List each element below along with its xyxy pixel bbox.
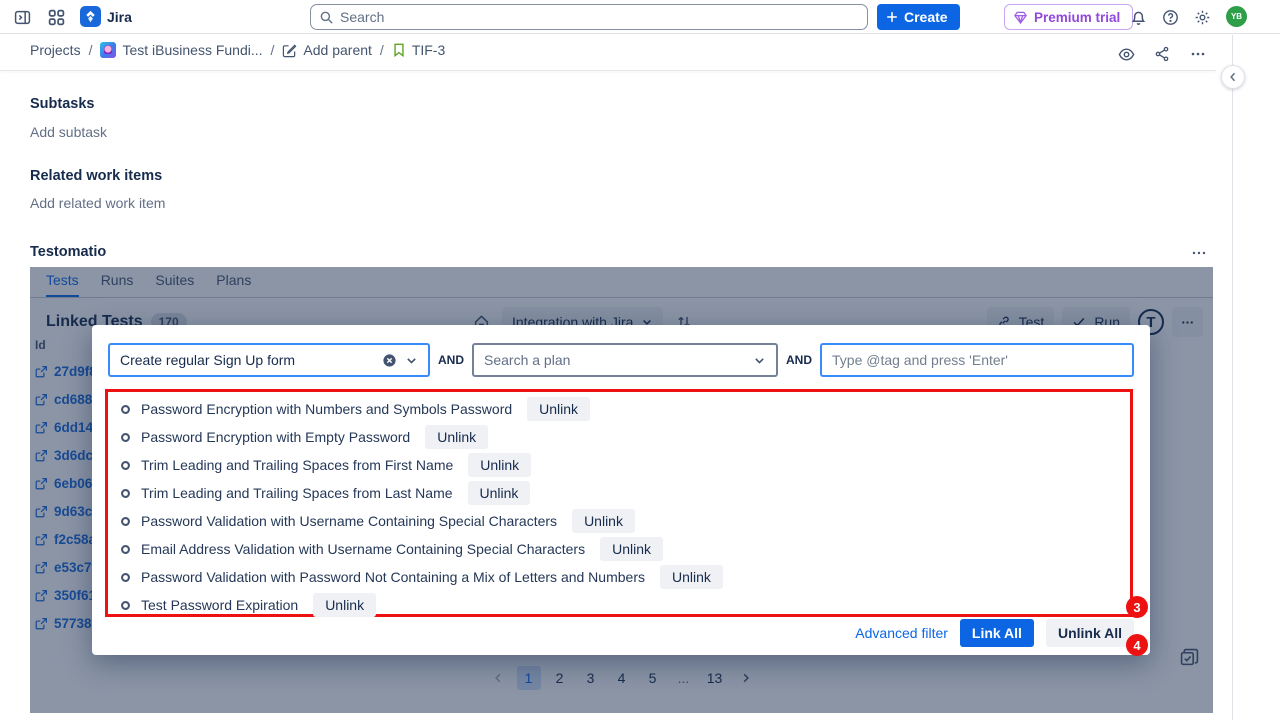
top-navigation-bar: Jira Create Premium trial YB [0, 0, 1280, 34]
annotation-badge-4: 4 [1126, 634, 1148, 656]
testomatio-heading: Testomatio [30, 244, 106, 260]
unlink-button[interactable]: Unlink [425, 425, 488, 449]
linked-test-row: Test Password Expiration Unlink [120, 595, 1130, 615]
linked-test-row: Password Validation with Username Contai… [120, 511, 1130, 531]
test-bullet-icon [120, 572, 131, 583]
unlink-button[interactable]: Unlink [468, 481, 531, 505]
breadcrumb-projects[interactable]: Projects [30, 42, 81, 58]
annotation-badge-3: 3 [1126, 596, 1148, 618]
test-bullet-icon [120, 600, 131, 611]
plan-filter-select[interactable]: Search a plan [472, 343, 778, 377]
unlink-button[interactable]: Unlink [600, 537, 663, 561]
project-avatar-icon [100, 42, 116, 58]
breadcrumb-separator: / [271, 42, 275, 58]
unlink-button[interactable]: Unlink [660, 565, 723, 589]
breadcrumb-issue[interactable]: TIF-3 [392, 42, 445, 58]
linked-test-name: Password Validation with Password Not Co… [141, 569, 645, 585]
test-filter-select[interactable]: Create regular Sign Up form [108, 343, 430, 377]
subtasks-heading: Subtasks [30, 96, 94, 112]
help-icon[interactable] [1158, 5, 1182, 29]
search-input[interactable] [340, 9, 859, 25]
and-label: AND [786, 353, 812, 367]
test-bullet-icon [120, 432, 131, 443]
linked-test-name: Email Address Validation with Username C… [141, 541, 585, 557]
sidebar-toggle-icon[interactable] [10, 5, 34, 29]
bookmark-icon [392, 43, 406, 57]
breadcrumb-separator: / [89, 42, 93, 58]
linked-test-row: Password Validation with Password Not Co… [120, 567, 1130, 587]
linked-test-name: Password Encryption with Numbers and Sym… [141, 401, 512, 417]
unlink-button[interactable]: Unlink [572, 509, 635, 533]
plan-filter-placeholder: Search a plan [484, 352, 745, 368]
collapse-panel-button[interactable] [1221, 65, 1245, 89]
add-parent-button[interactable]: Add parent [282, 42, 372, 58]
test-bullet-icon [120, 516, 131, 527]
breadcrumb: Projects / Test iBusiness Fundi... / Add… [30, 42, 445, 58]
issue-actions [1110, 40, 1214, 68]
avatar[interactable]: YB [1226, 6, 1247, 27]
modal-filter-row: Create regular Sign Up form AND Search a… [108, 343, 1134, 377]
add-subtask-button[interactable]: Add subtask [30, 124, 107, 140]
linked-test-name: Test Password Expiration [141, 597, 298, 613]
search-icon [319, 10, 334, 25]
chevron-down-icon[interactable] [753, 354, 766, 367]
premium-trial-label: Premium trial [1034, 10, 1120, 25]
test-bullet-icon [120, 488, 131, 499]
and-label: AND [438, 353, 464, 367]
unlink-button[interactable]: Unlink [527, 397, 590, 421]
right-panel-divider [1232, 35, 1233, 720]
linked-test-row: Password Encryption with Empty Password … [120, 427, 1130, 447]
linked-test-row: Email Address Validation with Username C… [120, 539, 1130, 559]
premium-trial-button[interactable]: Premium trial [1004, 4, 1133, 30]
linked-test-name: Password Validation with Username Contai… [141, 513, 557, 529]
breadcrumb-issue-label: TIF-3 [412, 42, 445, 58]
link-tests-modal: Create regular Sign Up form AND Search a… [92, 325, 1150, 655]
test-filter-value: Create regular Sign Up form [120, 352, 374, 368]
test-bullet-icon [120, 544, 131, 555]
linked-test-row: Password Encryption with Numbers and Sym… [120, 399, 1130, 419]
add-parent-label: Add parent [303, 42, 372, 58]
app-switcher-icon[interactable] [44, 5, 68, 29]
advanced-filter-link[interactable]: Advanced filter [855, 625, 948, 641]
create-button[interactable]: Create [877, 4, 960, 30]
linked-test-row: Trim Leading and Trailing Spaces from La… [120, 483, 1130, 503]
test-bullet-icon [120, 404, 131, 415]
linked-test-row: Trim Leading and Trailing Spaces from Fi… [120, 455, 1130, 475]
clear-filter-icon[interactable] [382, 353, 397, 368]
breadcrumb-project[interactable]: Test iBusiness Fundi... [100, 42, 262, 58]
share-icon[interactable] [1146, 40, 1178, 68]
header-divider [0, 70, 1216, 71]
breadcrumb-separator: / [380, 42, 384, 58]
edit-icon [282, 43, 297, 58]
test-bullet-icon [120, 460, 131, 471]
linked-test-name: Password Encryption with Empty Password [141, 429, 410, 445]
unlink-all-button[interactable]: Unlink All [1046, 619, 1134, 647]
related-work-items-heading: Related work items [30, 168, 162, 184]
settings-gear-icon[interactable] [1190, 5, 1214, 29]
unlink-button[interactable]: Unlink [313, 593, 376, 617]
watch-icon[interactable] [1110, 40, 1142, 68]
add-related-work-item-button[interactable]: Add related work item [30, 195, 165, 211]
linked-test-name: Trim Leading and Trailing Spaces from Fi… [141, 457, 453, 473]
unlink-button[interactable]: Unlink [468, 453, 531, 477]
modal-footer: Advanced filter Link All Unlink All [855, 619, 1134, 647]
create-button-label: Create [904, 9, 948, 25]
more-actions-icon[interactable] [1182, 40, 1214, 68]
jira-logo-icon[interactable] [80, 6, 101, 27]
avatar-initials: YB [1231, 12, 1242, 21]
testomatio-more-icon[interactable] [1186, 243, 1212, 263]
tag-filter-input[interactable] [820, 343, 1134, 377]
global-search[interactable] [310, 4, 868, 30]
annotation-red-box: Password Encryption with Numbers and Sym… [105, 389, 1133, 617]
plus-icon [885, 10, 899, 24]
linked-test-name: Trim Leading and Trailing Spaces from La… [141, 485, 453, 501]
breadcrumb-project-label: Test iBusiness Fundi... [122, 42, 262, 58]
chevron-down-icon[interactable] [405, 354, 418, 367]
link-all-button[interactable]: Link All [960, 619, 1034, 647]
gem-icon [1013, 10, 1028, 25]
notifications-icon[interactable] [1126, 5, 1150, 29]
app-title: Jira [107, 9, 132, 25]
